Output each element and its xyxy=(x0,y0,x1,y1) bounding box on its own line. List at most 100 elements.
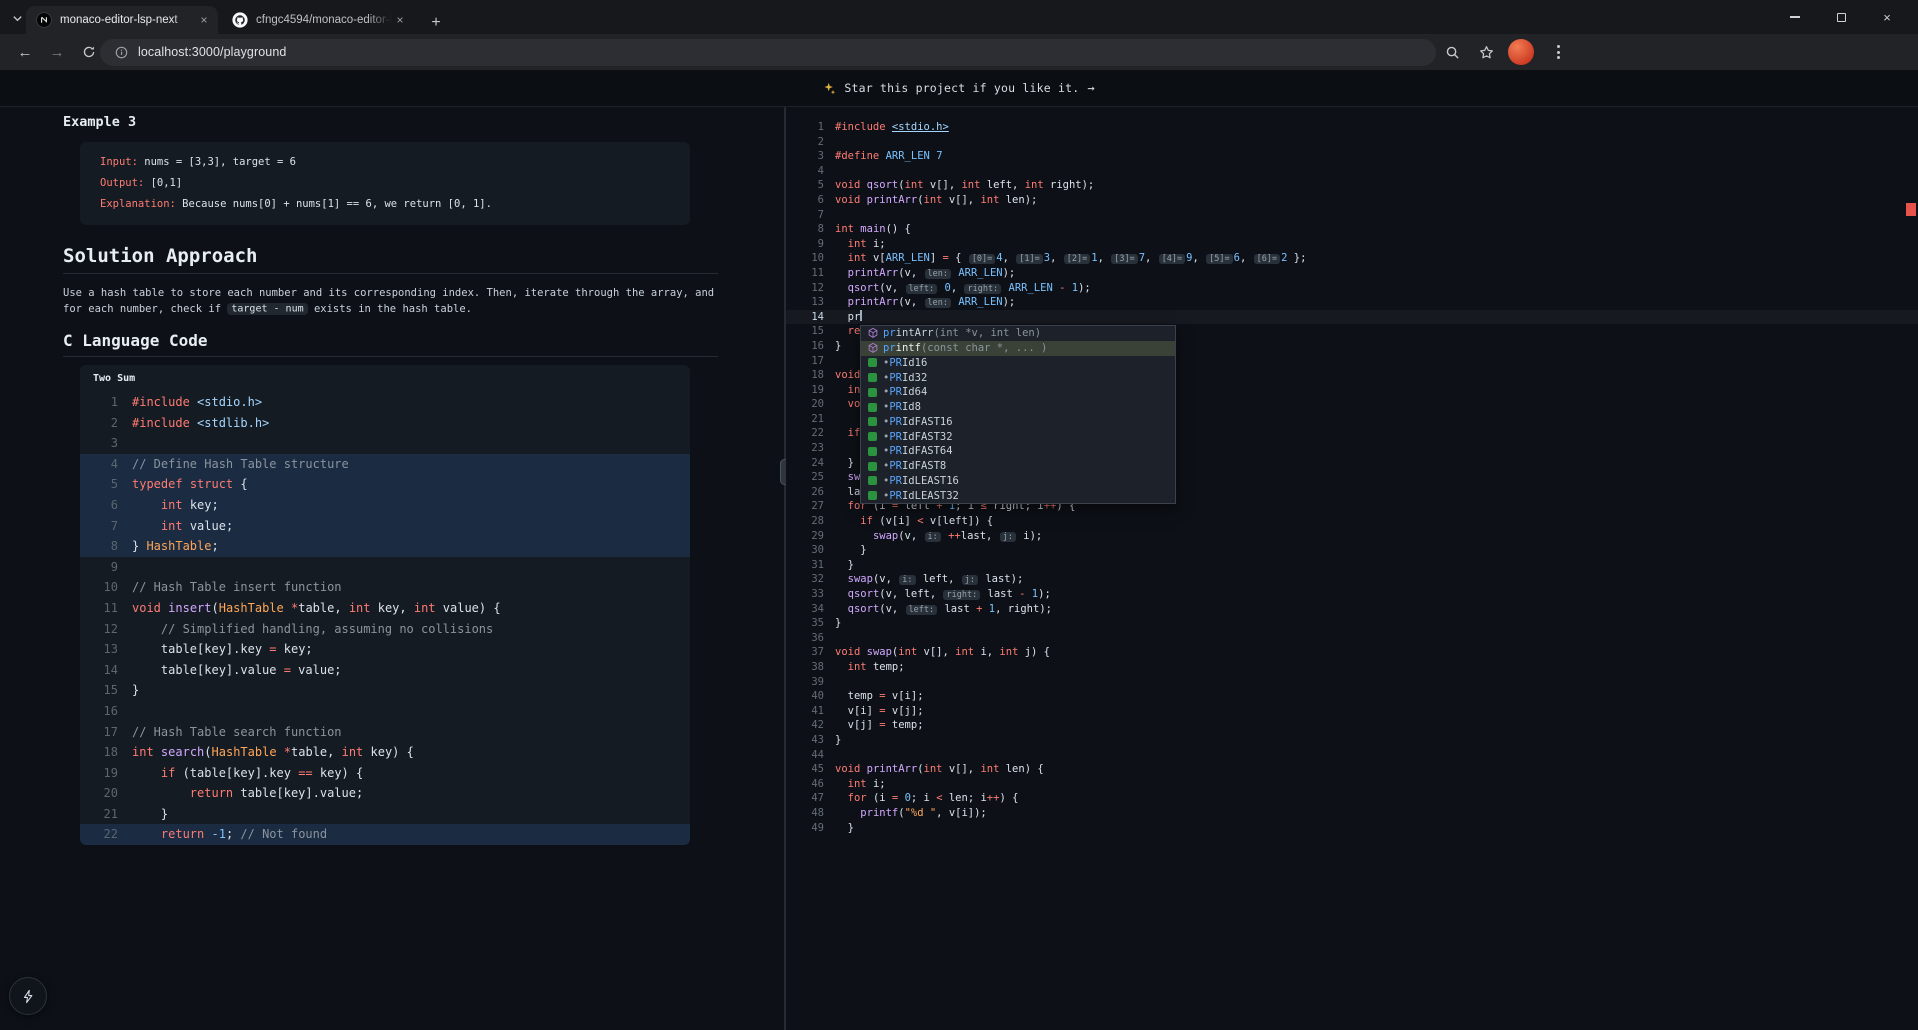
inline-code: target - num xyxy=(227,303,307,315)
code-line[interactable]: 32 swap(v, i: left, j: last); xyxy=(786,572,1918,587)
line-number: 20 xyxy=(88,783,118,804)
suggest-item[interactable]: printf(const char *, ... ) xyxy=(861,341,1175,356)
window-maximize-button[interactable] xyxy=(1818,0,1864,34)
c-language-code-heading: C Language Code xyxy=(63,331,718,357)
code-line[interactable]: 31 } xyxy=(786,558,1918,573)
line-number: 2 xyxy=(786,135,824,150)
code-line[interactable]: 42 v[j] = temp; xyxy=(786,718,1918,733)
code-line[interactable]: 38 int temp; xyxy=(786,660,1918,675)
code-line[interactable]: 43} xyxy=(786,733,1918,748)
line-number: 10 xyxy=(786,251,824,266)
line-text: void qsort(int v[], int left, int right)… xyxy=(835,178,1094,193)
banner-text[interactable]: Star this project if you like it. xyxy=(844,81,1079,95)
browser-tab[interactable]: cfngc4594/monaco-editor-lsp-next× xyxy=(222,6,414,34)
browser-menu-button[interactable] xyxy=(1544,38,1572,66)
code-line[interactable]: 11 printArr(v, len: ARR_LEN); xyxy=(786,266,1918,281)
symbol-macro-icon xyxy=(865,371,880,385)
code-line[interactable]: 30 } xyxy=(786,543,1918,558)
back-button[interactable]: ← xyxy=(11,38,39,66)
code-editor-panel[interactable]: 1#include <stdio.h>23#define ARR_LEN 745… xyxy=(786,107,1918,1030)
search-zoom-button[interactable] xyxy=(1438,38,1466,66)
suggest-label: IdFAST32 xyxy=(902,431,953,443)
suggest-item[interactable]: •PRIdLEAST32 xyxy=(861,488,1175,503)
code-line[interactable]: 47 for (i = 0; i < len; i++) { xyxy=(786,791,1918,806)
suggest-item[interactable]: •PRIdFAST64 xyxy=(861,444,1175,459)
code-line[interactable]: 37void swap(int v[], int i, int j) { xyxy=(786,645,1918,660)
code-line[interactable]: 46 int i; xyxy=(786,777,1918,792)
arrow-right-icon[interactable]: → xyxy=(1087,81,1094,95)
url-text[interactable]: localhost:3000/playground xyxy=(138,45,286,59)
reload-button[interactable] xyxy=(75,38,103,66)
line-number: 16 xyxy=(88,701,118,722)
line-number: 34 xyxy=(786,602,824,617)
line-number: 46 xyxy=(786,777,824,792)
suggest-item[interactable]: •PRIdFAST32 xyxy=(861,429,1175,444)
suggest-item[interactable]: •PRIdLEAST16 xyxy=(861,474,1175,489)
code-line[interactable]: 9 int i; xyxy=(786,237,1918,252)
code-line[interactable]: 12 qsort(v, left: 0, right: ARR_LEN - 1)… xyxy=(786,281,1918,296)
code-line[interactable]: 10 int v[ARR_LEN] = { [0]=4, [1]=3, [2]=… xyxy=(786,251,1918,266)
tab-close-button[interactable]: × xyxy=(392,12,408,28)
code-line[interactable]: 8int main() { xyxy=(786,222,1918,237)
overview-ruler[interactable] xyxy=(1905,107,1918,1030)
nextjs-favicon-icon xyxy=(36,12,52,28)
window-minimize-button[interactable] xyxy=(1772,0,1818,34)
solution-code-block: Two Sum 1#include <stdio.h>2#include <st… xyxy=(80,365,690,845)
code-line[interactable]: 5void qsort(int v[], int left, int right… xyxy=(786,178,1918,193)
line-number: 18 xyxy=(786,368,824,383)
line-text: } xyxy=(835,558,854,573)
line-number: 3 xyxy=(786,149,824,164)
code-line[interactable]: 41 v[i] = v[j]; xyxy=(786,704,1918,719)
code-line[interactable]: 3#define ARR_LEN 7 xyxy=(786,149,1918,164)
browser-tab[interactable]: monaco-editor-lsp-next× xyxy=(26,6,218,34)
code-line[interactable]: 28 if (v[i] < v[left]) { xyxy=(786,514,1918,529)
suggest-item[interactable]: •PRId16 xyxy=(861,356,1175,371)
code-line[interactable]: 35} xyxy=(786,616,1918,631)
code-line[interactable]: 13 printArr(v, len: ARR_LEN); xyxy=(786,295,1918,310)
window-close-button[interactable]: × xyxy=(1864,0,1910,34)
lightning-icon xyxy=(21,989,36,1004)
suggest-item[interactable]: •PRIdFAST8 xyxy=(861,459,1175,474)
tab-close-button[interactable]: × xyxy=(196,12,212,28)
tab-title: monaco-editor-lsp-next xyxy=(60,14,196,26)
suggest-item[interactable]: printArr(int *v, int len) xyxy=(861,326,1175,341)
code-line[interactable]: 34 qsort(v, left: last + 1, right); xyxy=(786,602,1918,617)
code-line[interactable]: 14 pr xyxy=(786,310,1918,325)
line-number: 48 xyxy=(786,806,824,821)
code-line[interactable]: 2 xyxy=(786,135,1918,150)
suggest-item[interactable]: •PRId8 xyxy=(861,400,1175,415)
tab-search-button[interactable] xyxy=(7,8,27,28)
suggest-item[interactable]: •PRIdFAST16 xyxy=(861,415,1175,430)
quick-actions-fab[interactable] xyxy=(9,977,47,1015)
address-bar[interactable]: localhost:3000/playground xyxy=(100,39,1436,66)
symbol-method-icon xyxy=(865,326,880,340)
bookmark-star-button[interactable] xyxy=(1472,38,1500,66)
code-line[interactable]: 36 xyxy=(786,631,1918,646)
line-text: if (table[key].key == key) { xyxy=(132,763,363,784)
code-line[interactable]: 6void printArr(int v[], int len); xyxy=(786,193,1918,208)
forward-button[interactable]: → xyxy=(43,38,71,66)
site-info-icon[interactable] xyxy=(114,45,129,60)
code-line[interactable]: 33 qsort(v, left, right: last - 1); xyxy=(786,587,1918,602)
line-number: 22 xyxy=(786,426,824,441)
symbol-macro-icon xyxy=(865,385,880,399)
code-line[interactable]: 44 xyxy=(786,748,1918,763)
line-text: } HashTable; xyxy=(132,536,219,557)
code-line[interactable]: 29 swap(v, i: ++last, j: i); xyxy=(786,529,1918,544)
code-line[interactable]: 4 xyxy=(786,164,1918,179)
code-line[interactable]: 7 xyxy=(786,208,1918,223)
code-line[interactable]: 49 } xyxy=(786,821,1918,836)
line-text: int value; xyxy=(132,516,233,537)
new-tab-button[interactable]: + xyxy=(424,11,448,35)
suggest-item[interactable]: •PRId64 xyxy=(861,385,1175,400)
back-arrow-icon: ← xyxy=(18,44,33,61)
code-line[interactable]: 39 xyxy=(786,675,1918,690)
code-line[interactable]: 40 temp = v[i]; xyxy=(786,689,1918,704)
line-number: 14 xyxy=(88,660,118,681)
line-number: 21 xyxy=(88,804,118,825)
code-line[interactable]: 45void printArr(int v[], int len) { xyxy=(786,762,1918,777)
profile-avatar[interactable] xyxy=(1508,39,1534,65)
code-line[interactable]: 48 printf("%d ", v[i]); xyxy=(786,806,1918,821)
suggest-item[interactable]: •PRId32 xyxy=(861,370,1175,385)
code-line[interactable]: 1#include <stdio.h> xyxy=(786,120,1918,135)
